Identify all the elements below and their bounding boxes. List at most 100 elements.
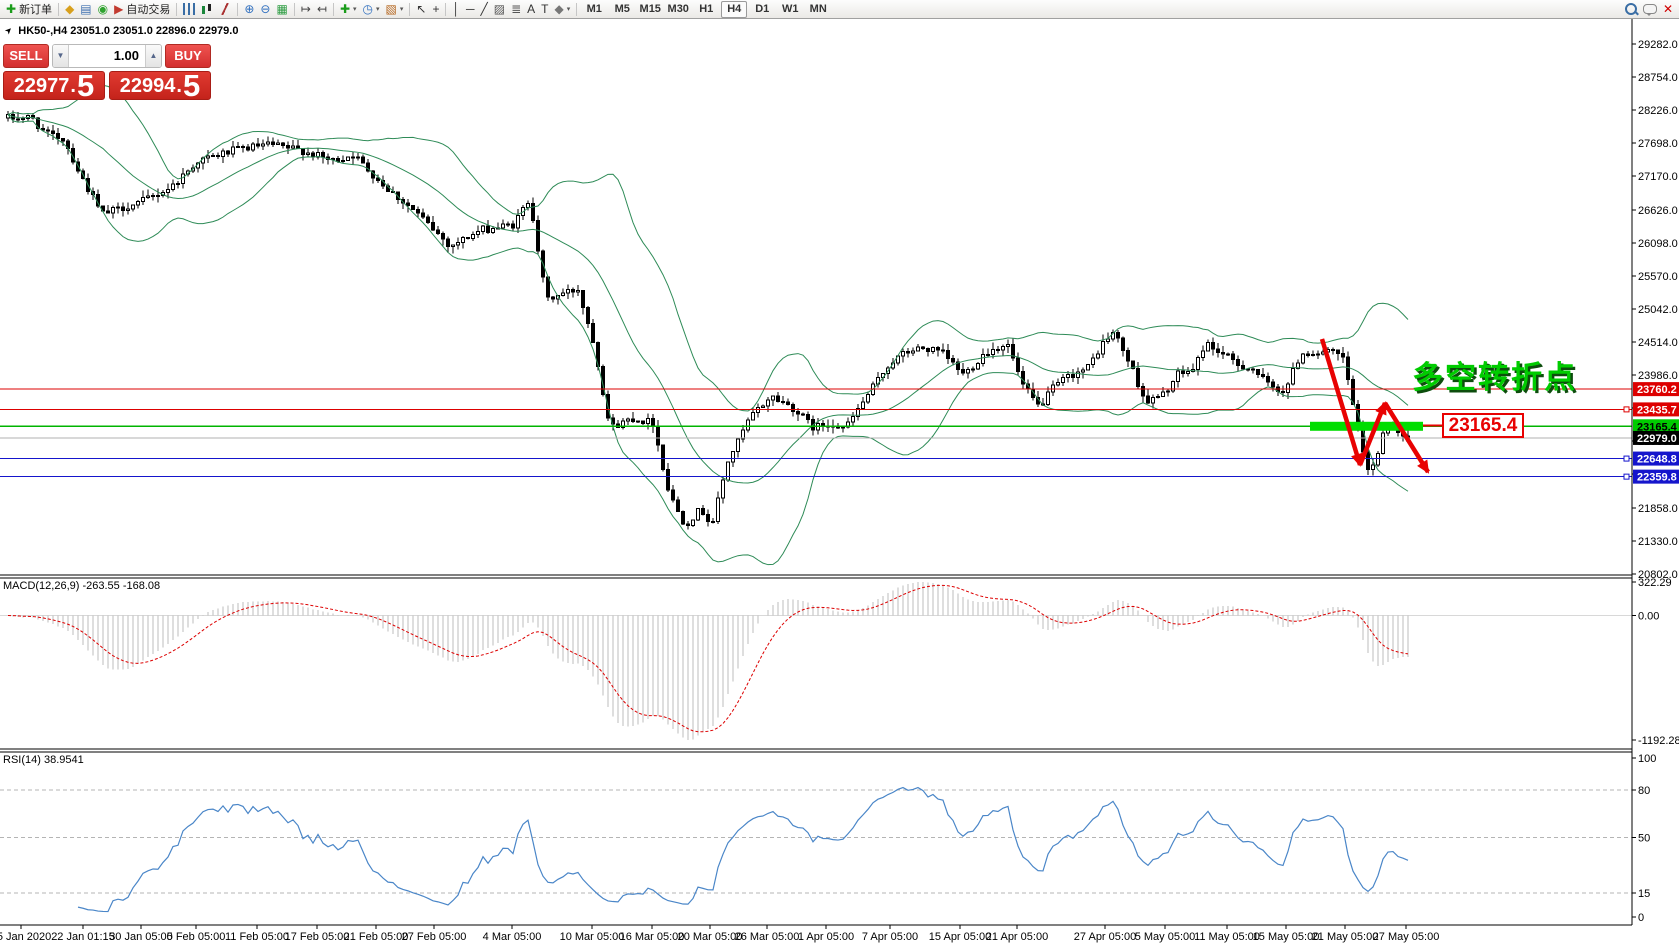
horizontal-line-button: ─ [466, 1, 475, 18]
search-icon [1625, 3, 1637, 15]
zoom-in-icon[interactable]: ⊕ [241, 1, 257, 18]
time-axis-label: 15 May 05:00 [1253, 931, 1320, 943]
indicators-button[interactable]: ✚▾ [337, 1, 360, 18]
sell-price-panel[interactable]: 22977 . 5 [3, 71, 105, 100]
timeframe-button-h4[interactable]: H4 [721, 1, 747, 18]
arrows-button[interactable]: ◆▾ [551, 1, 573, 18]
symbols-box-icon: ◆ [65, 1, 74, 18]
market-watch-icon[interactable]: ▤ [77, 1, 94, 18]
tile-windows-icon[interactable]: ▦ [273, 1, 290, 18]
price-axis-label: 28754.0 [1638, 72, 1678, 84]
candlestick-chart-icon [201, 3, 213, 15]
price-axis-label: 26098.0 [1638, 238, 1678, 250]
chart-shift-icon[interactable]: ↤ [314, 1, 330, 18]
buy-button[interactable]: BUY [165, 44, 211, 68]
toolbar-separator [237, 3, 238, 16]
channel-button: ▨ [494, 1, 505, 18]
price-axis-label: 26626.0 [1638, 205, 1678, 217]
symbols-box-icon[interactable]: ◆ [62, 1, 77, 18]
chart-axes: 29282.028754.028226.027698.027170.026626… [0, 19, 1679, 943]
time-axis-label: 27 Feb 05:00 [402, 931, 467, 943]
text-button[interactable]: A [524, 1, 538, 18]
timeframe-button-d1[interactable]: D1 [749, 1, 775, 18]
fibonacci-button: ≣ [511, 1, 521, 18]
periods-button[interactable]: ◷▾ [360, 1, 383, 18]
new-order-button[interactable]: ✚新订单 [3, 1, 55, 18]
volume-stepper[interactable]: ▼ 1.00 ▲ [52, 44, 162, 68]
turning-point-annotation[interactable]: 多空转折点 [1412, 360, 1577, 395]
timeframe-button-mn[interactable]: MN [805, 1, 831, 18]
new-order-button-label: 新订单 [19, 1, 52, 17]
timeframe-button-m5[interactable]: M5 [609, 1, 635, 18]
crosshair-button: + [432, 1, 439, 18]
horizontal-line-button[interactable]: ─ [463, 1, 478, 18]
line-selection-handle[interactable] [1624, 456, 1629, 461]
timeframe-button-m30[interactable]: M30 [665, 1, 691, 18]
close-icon[interactable]: ✕ [1660, 1, 1676, 18]
timeframe-button-m15[interactable]: M15 [637, 1, 663, 18]
line-chart-icon[interactable] [216, 1, 234, 18]
toolbar-separator [294, 3, 295, 16]
one-click-trading-panel: SELL ▼ 1.00 ▲ BUY 22977 . 5 22994 . 5 [3, 44, 211, 100]
trendline-button[interactable]: ╱ [477, 1, 490, 18]
mt4-window: ✚新订单 ◆▤◉▶自动交易 ⊕⊖ ▦ ↦↤ ✚▾◷▾▧▾ ↖+ │─ ╱ ▨ ≣ AT◆▾ M1M5M1… [0, 0, 1679, 944]
line-selection-handle[interactable] [1624, 474, 1629, 479]
price-badge-text: 22979.0 [1637, 433, 1677, 445]
search-icon[interactable] [1622, 1, 1640, 18]
indicator-panes [0, 582, 1632, 912]
sell-price-dot: . [70, 73, 76, 99]
chat-icon[interactable] [1640, 1, 1660, 18]
rsi-axis-label: 100 [1638, 753, 1656, 765]
chat-icon [1643, 4, 1657, 14]
signals-icon[interactable]: ◉ [95, 1, 111, 18]
price-axis-label: 23986.0 [1638, 370, 1678, 382]
timeframe-button-m1[interactable]: M1 [581, 1, 607, 18]
autotrading-button[interactable]: ▶自动交易 [111, 1, 173, 18]
autotrading-button: ▶ [114, 1, 123, 18]
cursor-button[interactable]: ↖ [413, 1, 429, 18]
volume-increase-button[interactable]: ▲ [145, 45, 161, 67]
trendline-button: ╱ [480, 1, 487, 18]
sell-price-main: 22977 [14, 73, 70, 99]
volume-decrease-button[interactable]: ▼ [53, 45, 69, 67]
chart-canvas[interactable]: 多空转折点多空转折点23165.4 29282.028754.028226.02… [0, 0, 1679, 944]
price-badge-text: 23435.7 [1637, 404, 1677, 416]
volume-value[interactable]: 1.00 [69, 45, 145, 67]
time-axis-label: 27 May 05:00 [1373, 931, 1440, 943]
templates-button-caret: ▾ [400, 5, 404, 13]
channel-button[interactable]: ▨ [491, 1, 508, 18]
templates-button[interactable]: ▧▾ [383, 1, 407, 18]
time-axis-label: 17 Feb 05:00 [285, 931, 350, 943]
candlestick-chart-icon[interactable] [198, 1, 216, 18]
zoom-out-icon: ⊖ [260, 1, 270, 18]
rsi-axis-label: 15 [1638, 888, 1650, 900]
line-selection-handle[interactable] [1624, 407, 1629, 412]
buy-price-main: 22994 [120, 73, 176, 99]
zoom-out-icon[interactable]: ⊖ [257, 1, 273, 18]
bar-chart-icon[interactable] [180, 1, 198, 18]
time-axis-label: 7 Apr 05:00 [862, 931, 918, 943]
support-zone-rectangle[interactable] [1310, 422, 1423, 431]
toolbar-separator [58, 3, 59, 16]
text-label-button[interactable]: T [538, 1, 551, 18]
timeframe-button-h1[interactable]: H1 [693, 1, 719, 18]
text-button: A [527, 1, 535, 18]
time-axis-label: 15 Apr 05:00 [929, 931, 991, 943]
timeframe-button-w1[interactable]: W1 [777, 1, 803, 18]
crosshair-button[interactable]: + [429, 1, 442, 18]
vertical-line-button[interactable]: │ [449, 1, 463, 18]
auto-scroll-icon[interactable]: ↦ [298, 1, 314, 18]
fibonacci-button[interactable]: ≣ [508, 1, 524, 18]
line-chart-icon [219, 3, 231, 15]
buy-price-frac: 5 [183, 72, 200, 99]
time-axis-label: 21 Apr 05:00 [986, 931, 1048, 943]
templates-button: ▧ [386, 1, 397, 18]
buy-price-panel[interactable]: 22994 . 5 [109, 71, 211, 100]
sell-button[interactable]: SELL [3, 44, 49, 68]
time-axis-label: 10 Mar 05:00 [560, 931, 625, 943]
price-axis-label: 25042.0 [1638, 304, 1678, 316]
tile-windows-icon: ▦ [276, 1, 287, 18]
time-axis-label: 22 Jan 01:15 [51, 931, 115, 943]
close-icon: ✕ [1663, 1, 1673, 18]
price-badge-text: 22648.8 [1637, 454, 1677, 466]
